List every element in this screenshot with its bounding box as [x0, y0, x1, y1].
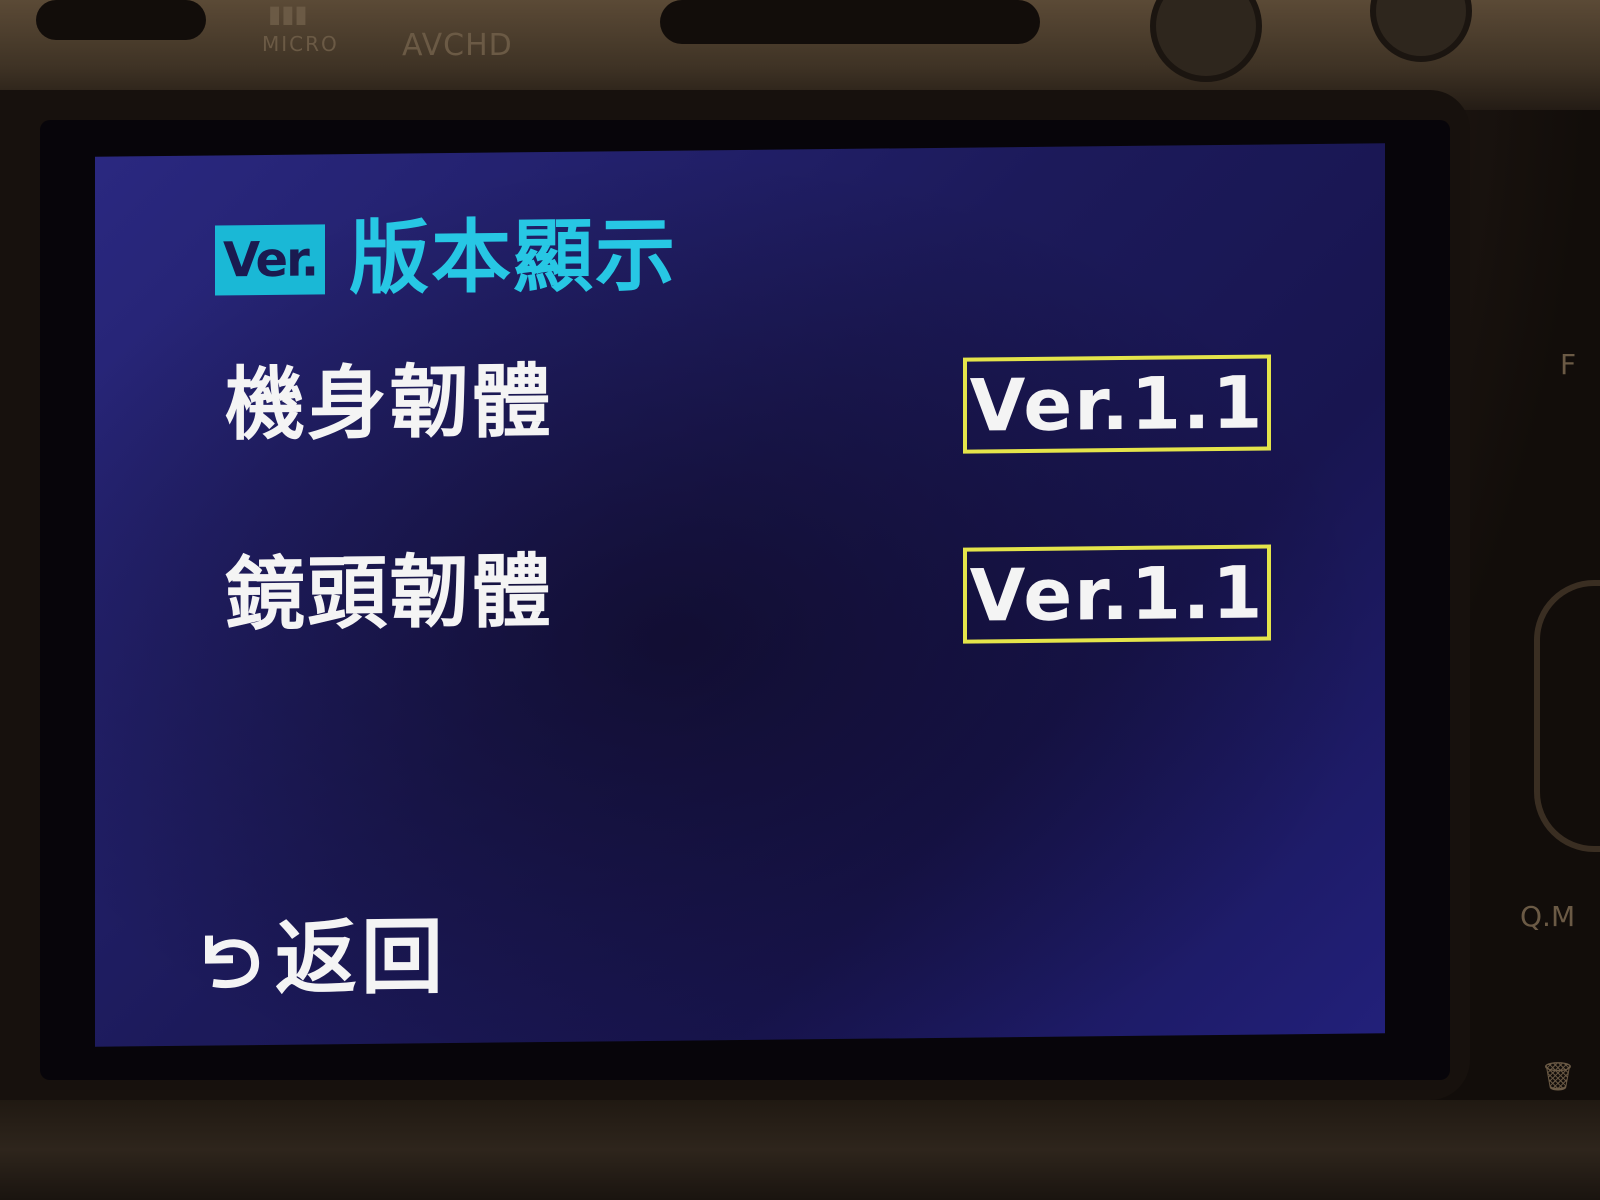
page-title: 版本顯示 — [349, 208, 678, 306]
version-badge-icon: Ver. — [215, 224, 326, 296]
camera-photo: ▮▮▮ MICRO AVCHD Ver. 版本顯示 機身韌體 Ver.1.1 鏡… — [0, 0, 1600, 1200]
micro-logo-text: MICRO — [262, 32, 339, 56]
back-label: 返回 — [275, 910, 448, 1007]
control-dial — [1534, 580, 1600, 852]
firmware-version-value: Ver.1.1 — [963, 544, 1271, 644]
menu-header: Ver. 版本顯示 — [215, 208, 678, 306]
micro-four-thirds-logo-mark: ▮▮▮ — [268, 0, 308, 28]
row-label: 鏡頭韌體 — [225, 544, 553, 642]
trash-icon: 🗑 — [1540, 1060, 1576, 1093]
camera-button — [36, 0, 206, 40]
menu-row-lens-firmware[interactable]: 鏡頭韌體 Ver.1.1 — [95, 533, 1385, 657]
camera-button — [660, 0, 1040, 44]
back-button[interactable]: 返回 — [195, 910, 448, 1007]
side-label-qm: Q.M — [1520, 900, 1576, 933]
camera-dial — [1150, 0, 1262, 82]
avchd-logo: AVCHD — [402, 28, 513, 63]
camera-body-bottom — [0, 1100, 1600, 1200]
row-label: 機身韌體 — [225, 354, 553, 452]
lcd-screen: Ver. 版本顯示 機身韌體 Ver.1.1 鏡頭韌體 Ver.1.1 返回 — [95, 143, 1385, 1047]
camera-dial — [1370, 0, 1472, 62]
menu-row-body-firmware[interactable]: 機身韌體 Ver.1.1 — [95, 343, 1385, 467]
firmware-version-value: Ver.1.1 — [963, 354, 1271, 454]
side-label-f: F — [1560, 348, 1577, 381]
return-arrow-icon — [205, 935, 259, 988]
